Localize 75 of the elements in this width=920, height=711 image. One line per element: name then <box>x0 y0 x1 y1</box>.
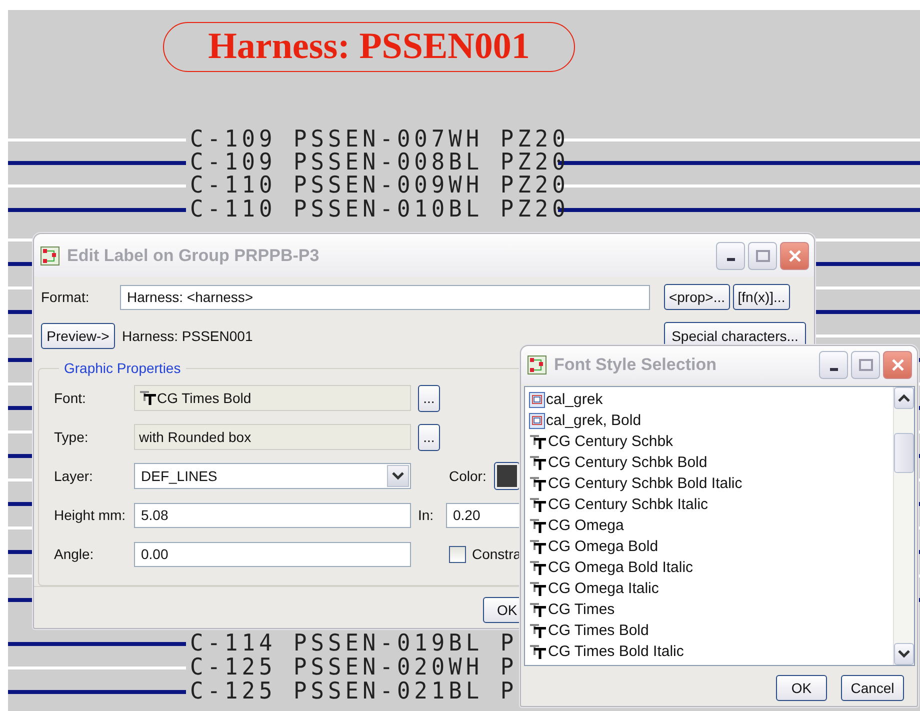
truetype-icon <box>529 644 547 660</box>
maximize-icon <box>756 250 770 262</box>
harness-label: Harness: PSSEN001 <box>163 22 575 72</box>
font-list-item[interactable]: cal_grek, Bold <box>529 410 893 431</box>
chevron-down-icon <box>898 650 910 658</box>
font-field[interactable]: CG Times Bold <box>134 385 411 411</box>
scrollbar[interactable] <box>893 387 914 665</box>
field-label: Format: <box>41 289 90 305</box>
truetype-icon <box>529 518 547 534</box>
field-label: Angle: <box>54 546 95 562</box>
wire-label: C-114 PSSEN-019BL P <box>190 631 518 657</box>
truetype-icon <box>139 390 157 406</box>
truetype-icon <box>529 622 547 638</box>
scrollbar-thumb[interactable] <box>894 433 914 473</box>
font-list-item[interactable]: CG Times Bold <box>529 620 893 641</box>
wire-label: C-109 PSSEN-007WH PZ20 <box>190 127 570 153</box>
wire-label: C-109 PSSEN-008BL PZ20 <box>190 150 570 176</box>
chevron-up-icon <box>898 394 910 402</box>
browse-button[interactable]: ... <box>418 384 440 412</box>
close-icon <box>890 358 904 372</box>
wire-label: C-125 PSSEN-021BL P <box>190 679 518 705</box>
maximize-icon <box>858 359 872 371</box>
truetype-icon <box>529 496 547 512</box>
function-button[interactable]: [fn(x)]... <box>733 284 790 310</box>
font-list-item[interactable]: CG Times Bold Italic <box>529 641 893 662</box>
truetype-icon <box>529 602 547 618</box>
font-list-item[interactable]: CG Omega Italic <box>529 578 893 599</box>
truetype-icon <box>529 538 547 554</box>
truetype-icon <box>529 434 547 450</box>
field-label: Height mm: <box>54 507 127 523</box>
prop-button[interactable]: <prop>... <box>664 284 730 310</box>
wire-label: C-125 PSSEN-020WH P <box>190 655 518 681</box>
layer-dropdown[interactable]: DEF_LINES <box>134 463 411 489</box>
angle-field[interactable]: 0.00 <box>134 542 411 566</box>
preview-text: Harness: PSSEN001 <box>122 328 253 344</box>
font-list-item[interactable]: CG Century Schbk Bold Italic <box>529 473 893 494</box>
font-list-item[interactable]: CG Omega Bold Italic <box>529 557 893 578</box>
font-list-item[interactable]: CG Times <box>529 599 893 620</box>
close-icon <box>788 248 802 262</box>
minimize-icon <box>726 258 734 261</box>
window-title: Font Style Selection <box>554 355 716 375</box>
app-icon <box>527 355 547 375</box>
truetype-icon <box>529 580 547 596</box>
close-button[interactable] <box>883 351 912 379</box>
cancel-button[interactable]: Cancel <box>841 675 904 701</box>
app-icon <box>40 246 60 266</box>
font-file-icon <box>529 392 545 408</box>
ok-button[interactable]: OK <box>776 675 827 701</box>
minimize-button[interactable] <box>819 351 848 379</box>
font-list-item[interactable]: CG Century Schbk Bold <box>529 452 893 473</box>
field-label: Layer: <box>54 468 94 484</box>
field-label: In: <box>418 507 435 523</box>
type-field[interactable]: with Rounded box <box>134 424 411 450</box>
browse-button[interactable]: ... <box>418 424 440 450</box>
height-field[interactable]: 5.08 <box>134 502 411 528</box>
close-button[interactable] <box>780 242 809 270</box>
font-list-item[interactable]: CG Century Schbk <box>529 431 893 452</box>
minimize-button[interactable] <box>716 242 745 270</box>
font-list-item[interactable]: cal_grek <box>529 389 893 410</box>
minimize-icon <box>830 368 838 370</box>
field-label: Color: <box>449 468 488 484</box>
wire-label: C-110 PSSEN-009WH PZ20 <box>190 173 570 199</box>
format-field[interactable]: Harness: <harness> <box>120 284 650 310</box>
wire-label: C-110 PSSEN-010BL PZ20 <box>190 197 570 223</box>
checkbox[interactable] <box>449 546 466 562</box>
font-file-icon <box>529 412 545 428</box>
truetype-icon <box>529 476 547 492</box>
window-title: Edit Label on Group PRPPB-P3 <box>67 246 320 266</box>
field-label: Type: <box>54 429 90 445</box>
truetype-icon <box>529 560 547 576</box>
field-label: Font: <box>54 390 87 406</box>
font-list-item[interactable]: CG Omega Bold <box>529 536 893 557</box>
truetype-icon <box>529 454 547 470</box>
preview-button[interactable]: Preview-> <box>41 322 115 348</box>
chevron-down-icon <box>392 472 404 480</box>
